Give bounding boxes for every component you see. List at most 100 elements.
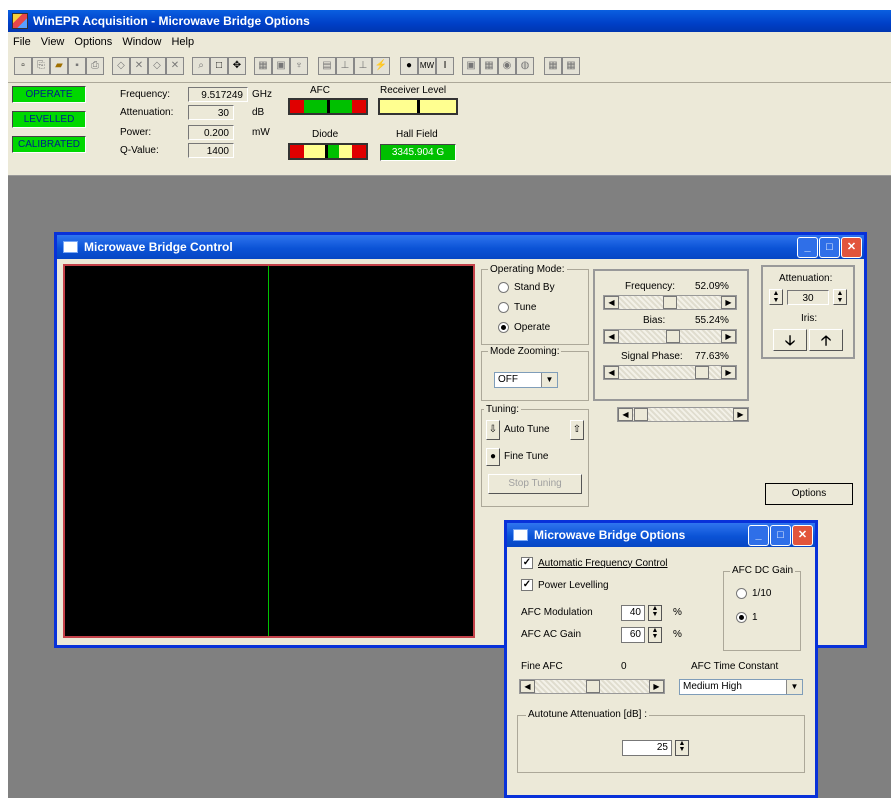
signal-phase-value: 77.63% (695, 351, 729, 362)
microwave-icon[interactable]: MW (418, 57, 436, 75)
led-operate: OPERATE (12, 86, 86, 103)
save-icon[interactable]: ▪ (68, 57, 86, 75)
zoom-icon[interactable]: ⌕ (192, 57, 210, 75)
fine-tune-label: Fine Tune (504, 451, 549, 462)
move-icon[interactable]: ✥ (228, 57, 246, 75)
stop-tuning-button[interactable]: Stop Tuning (488, 474, 582, 494)
dc-gain-1-10-radio[interactable]: 1/10 (736, 588, 771, 599)
signal-phase-slider[interactable]: ◀ ▶ (603, 365, 737, 380)
afc-modulation-unit: % (673, 607, 682, 618)
options-button[interactable]: Options (765, 483, 853, 505)
status-panel: OPERATE LEVELLED CALIBRATED Frequency: 9… (8, 83, 891, 176)
radio-standby[interactable]: Stand By (498, 282, 555, 293)
frequency-slider[interactable]: ◀ ▶ (603, 295, 737, 310)
mode-zooming-select[interactable]: OFF ▼ (494, 372, 558, 388)
layout-icon[interactable]: ▦ (544, 57, 562, 75)
fine-tune-button[interactable]: ● (486, 448, 500, 466)
attenuation-unit: dB (252, 107, 265, 118)
menu-options[interactable]: Options (69, 36, 117, 48)
collapse-h-icon[interactable]: ✕ (166, 57, 184, 75)
dialog-close-button[interactable]: ✕ (792, 525, 813, 546)
record-icon[interactable]: ● (400, 57, 418, 75)
scope-trace (268, 266, 269, 636)
attenuation-group-label: Attenuation: (779, 273, 833, 284)
afc-modulation-spinner[interactable]: 40 ▲ ▼ (621, 605, 662, 621)
cursor-icon[interactable]: I (436, 57, 454, 75)
print-icon[interactable]: ⎙ (86, 57, 104, 75)
app-titlebar: WinEPR Acquisition - Microwave Bridge Op… (8, 10, 891, 32)
monitor-icon[interactable]: ▣ (462, 57, 480, 75)
bridge-control-title: Microwave Bridge Control (84, 240, 233, 254)
expand-h-icon[interactable]: ◇ (148, 57, 166, 75)
collapse-icon[interactable]: ✕ (130, 57, 148, 75)
fine-afc-slider[interactable]: ◀ ▶ (519, 679, 665, 694)
dialog-icon (513, 529, 528, 541)
afc-time-constant-select[interactable]: Medium High ▼ (679, 679, 803, 695)
power-levelling-checkbox[interactable]: ✓ Power Levelling (521, 579, 609, 591)
menubar: File View Options Window Help (8, 32, 891, 52)
iris-down-button[interactable]: 🡣 (773, 329, 807, 351)
frequency-unit: GHz (252, 89, 272, 100)
radio-tune[interactable]: Tune (498, 302, 536, 313)
open-folder-icon[interactable]: ▰ (50, 57, 68, 75)
bias-slider[interactable]: ◀ ▶ (603, 329, 737, 344)
expand-icon[interactable]: ◇ (112, 57, 130, 75)
attenuation-down-button[interactable]: ▲ ▼ (769, 289, 783, 305)
window-icon[interactable]: ▣ (272, 57, 290, 75)
qvalue-value: 1400 (188, 143, 234, 158)
autotune-label: Autotune Attenuation [dB] : (526, 709, 649, 720)
attenuation-value: 30 (188, 105, 234, 120)
window-icon (63, 241, 78, 253)
attenuation-up-button[interactable]: ▲ ▼ (833, 289, 847, 305)
iris-up-button[interactable]: 🡡 (809, 329, 843, 351)
attenuation-control-value[interactable]: 30 (787, 290, 829, 305)
attenuation-iris-group: Attenuation: ▲ ▼ 30 ▲ ▼ Iris: 🡣 🡡 (761, 265, 855, 359)
layout2-icon[interactable]: ▦ (562, 57, 580, 75)
tune-up-button[interactable]: ⇧ (570, 420, 584, 440)
frequency-slider-value: 52.09% (695, 281, 729, 292)
stop-icon[interactable]: ◍ (516, 57, 534, 75)
afc-checkbox[interactable]: ✓ Automatic Frequency Control (521, 557, 668, 569)
menu-view[interactable]: View (36, 36, 70, 48)
diode-gauge (288, 143, 368, 160)
afc-time-constant-label: AFC Time Constant (691, 661, 779, 672)
receiver-level-label: Receiver Level (380, 85, 447, 96)
peak-icon[interactable]: ⊥ (336, 57, 354, 75)
afc-ac-gain-spinner[interactable]: 60 ▲ ▼ (621, 627, 662, 643)
minimize-button[interactable]: _ (797, 237, 818, 258)
operating-mode-group: Operating Mode: Stand By Tune Operate (481, 264, 589, 345)
menu-help[interactable]: Help (166, 36, 199, 48)
bias-slider-value: 55.24% (695, 315, 729, 326)
radio-operate[interactable]: Operate (498, 322, 550, 333)
tuning-scope (63, 264, 475, 638)
dialog-minimize-button[interactable]: _ (748, 525, 769, 546)
qvalue-label: Q-Value: (120, 145, 159, 156)
analysis-icon[interactable]: ⚡ (372, 57, 390, 75)
plot-icon[interactable]: ▤ (318, 57, 336, 75)
menu-window[interactable]: Window (117, 36, 166, 48)
autotune-spinner[interactable]: 25 ▲ ▼ (622, 740, 689, 756)
panel-icon[interactable]: ▦ (480, 57, 498, 75)
auto-tune-label: Auto Tune (504, 424, 550, 435)
bridge-scrollbar[interactable]: ◀ ▶ (617, 407, 749, 422)
select-box-icon[interactable]: □ (210, 57, 228, 75)
tune-down-button[interactable]: ⇩ (486, 420, 500, 440)
afc-label: AFC (310, 85, 330, 96)
led-calibrated: CALIBRATED (12, 136, 86, 153)
frequency-slider-label: Frequency: (625, 281, 676, 292)
maximize-button[interactable]: □ (819, 237, 840, 258)
dialog-maximize-button[interactable]: □ (770, 525, 791, 546)
spectrum-icon[interactable]: ⊥ (354, 57, 372, 75)
dial-icon[interactable]: ◉ (498, 57, 516, 75)
frequency-value: 9.517249 (188, 87, 248, 102)
power-label: Power: (120, 127, 152, 138)
new-file-icon[interactable]: ▫ (14, 57, 32, 75)
close-button[interactable]: ✕ (841, 237, 862, 258)
dc-gain-1-radio[interactable]: 1 (736, 612, 758, 623)
tool-icon[interactable]: ♆ (290, 57, 308, 75)
menu-file[interactable]: File (8, 36, 36, 48)
app-window: WinEPR Acquisition - Microwave Bridge Op… (8, 10, 891, 798)
copy-icon[interactable]: ⎘ (32, 57, 50, 75)
grid-icon[interactable]: ▦ (254, 57, 272, 75)
power-value: 0.200 (188, 125, 234, 140)
